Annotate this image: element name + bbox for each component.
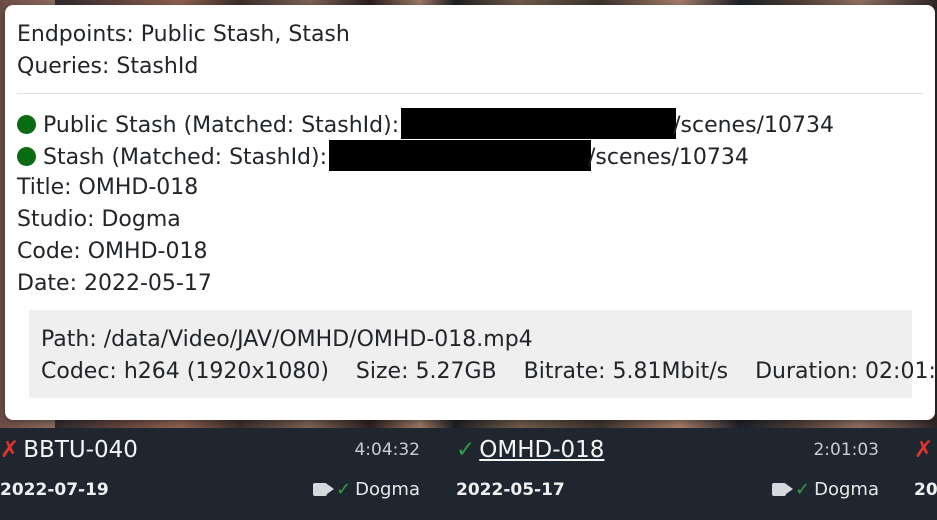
match-stash[interactable]: Stash (Matched: StashId): /scenes/10734 [17,140,749,174]
scene-card-row: ✗ BBTU-040 4:04:32 2022-07-19 ✓ Dogma ✓ OMH… [0,428,937,520]
match-suffix: /scenes/10734 [673,113,834,138]
studio-name: Dogma [355,479,420,500]
title-line: Title: OMHD-018 [17,175,199,200]
file-bitrate: Bitrate: 5.81Mbit/s [523,359,729,384]
scene-studio[interactable]: ✓ Dogma [300,478,420,502]
scene-date: 2022-05-17 [456,480,565,500]
file-codec: Codec: h264 (1920x1080) [41,359,329,384]
scene-card-title-partial[interactable]: ✗ [914,434,937,466]
scene-title[interactable]: OMHD-018 [479,437,604,463]
match-prefix: Stash (Matched: StashId): [43,145,335,170]
match-suffix: /scenes/10734 [588,145,749,170]
queries-line: Queries: StashId [17,54,199,79]
scene-date: 2022-07-19 [0,480,109,500]
camera-icon [772,483,787,496]
check-icon: ✓ [795,479,811,500]
scene-duration: 2:01:03 [813,440,879,460]
file-duration: Duration: 02:01:03 [755,359,937,384]
scene-date: 20 [914,480,937,500]
tooltip-divider [17,93,923,94]
scene-studio[interactable]: ✓ Dogma [759,478,879,502]
check-icon: ✓ [456,437,476,463]
scene-match-tooltip: Endpoints: Public Stash, Stash Queries: … [5,5,937,420]
file-size: Size: 5.27GB [355,359,497,384]
redacted-url [401,108,677,139]
code-line: Code: OMHD-018 [17,239,208,264]
studio-line: Studio: Dogma [17,207,181,232]
status-dot-icon [17,115,36,134]
scene-card-title-bbtu[interactable]: ✗ BBTU-040 [0,434,138,466]
scene-title: BBTU-040 [23,437,138,463]
scene-duration: 4:04:32 [354,440,420,460]
redacted-url [329,140,592,171]
cross-icon: ✗ [914,437,934,463]
cross-icon: ✗ [0,437,20,463]
file-path: Path: /data/Video/JAV/OMHD/OMHD-018.mp4 [41,327,533,352]
camera-icon [313,483,328,496]
studio-name: Dogma [814,479,879,500]
check-icon: ✓ [336,479,352,500]
status-dot-icon [17,147,36,166]
file-media-info: Codec: h264 (1920x1080) Size: 5.27GB Bitra… [41,356,937,388]
scene-card-title-omhd[interactable]: ✓ OMHD-018 [456,434,604,466]
endpoints-line: Endpoints: Public Stash, Stash [17,22,350,47]
match-public-stash[interactable]: Public Stash (Matched: StashId): /scenes… [17,108,834,142]
match-prefix: Public Stash (Matched: StashId): [43,113,407,138]
date-line: Date: 2022-05-17 [17,271,212,296]
file-info-box: Path: /data/Video/JAV/OMHD/OMHD-018.mp4 … [29,310,937,398]
